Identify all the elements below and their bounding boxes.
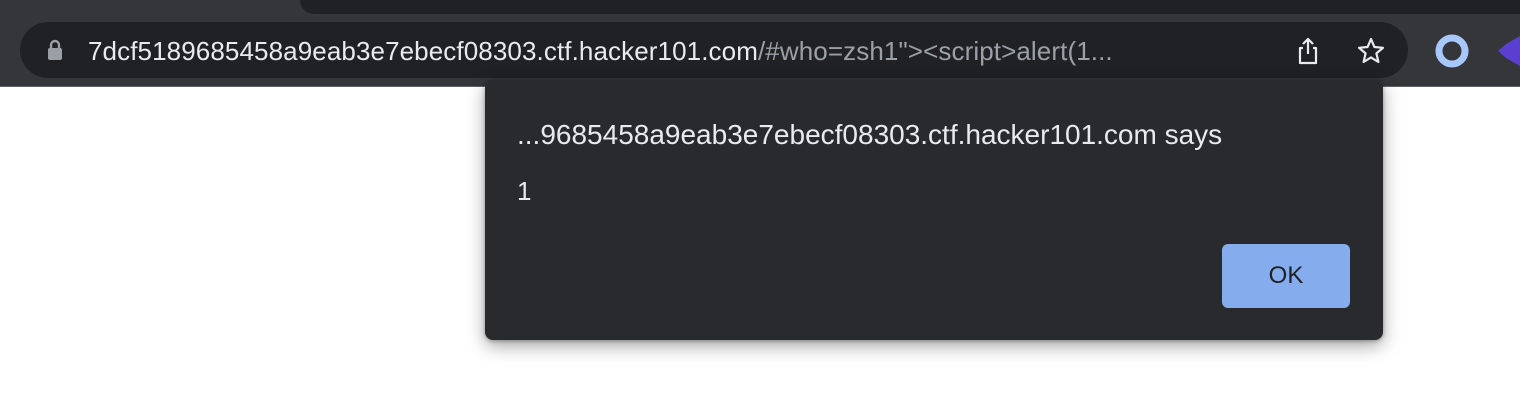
dialog-message: 1 <box>517 176 532 206</box>
url-text[interactable]: 7dcf5189685458a9eab3e7ebecf08303.ctf.hac… <box>88 36 1113 66</box>
tab-strip <box>300 0 1520 14</box>
url-host: 7dcf5189685458a9eab3e7ebecf08303.ctf.hac… <box>88 36 758 66</box>
share-icon[interactable] <box>1293 36 1323 66</box>
lock-icon[interactable] <box>45 38 65 62</box>
alert-dialog: ...9685458a9eab3e7ebecf08303.ctf.hacker1… <box>485 80 1383 340</box>
dialog-title: ...9685458a9eab3e7ebecf08303.ctf.hacker1… <box>517 119 1223 150</box>
url-path: /#who=zsh1"><script>alert(1... <box>757 36 1113 66</box>
extension-icon[interactable] <box>1496 34 1520 68</box>
star-icon[interactable] <box>1356 36 1386 66</box>
ok-button[interactable]: OK <box>1222 244 1350 308</box>
extension-circle-icon[interactable] <box>1434 33 1470 69</box>
browser-toolbar: 7dcf5189685458a9eab3e7ebecf08303.ctf.hac… <box>0 0 1520 87</box>
